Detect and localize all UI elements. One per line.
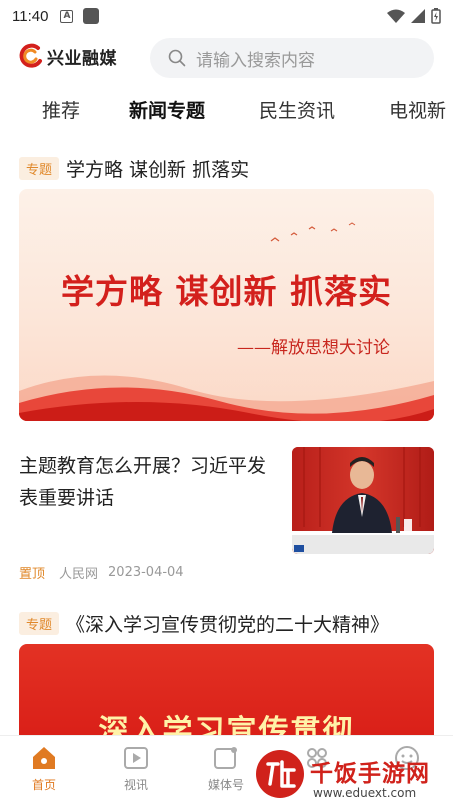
tab-livelihood[interactable]: 民生资讯 <box>259 96 335 123</box>
news-date: 2023-04-04 <box>108 565 184 580</box>
logo-swirl-icon <box>19 43 42 68</box>
news-title[interactable]: 主题教育怎么开展？习近平发表重要讲话 <box>19 450 281 514</box>
logo-text: 兴业融媒 <box>47 48 117 69</box>
wifi-icon <box>387 9 405 23</box>
nav-label: 媒体号 <box>207 778 244 792</box>
tab-news-topics[interactable]: 新闻专题 <box>129 96 205 123</box>
site-watermark: 千饭手游网 www.eduext.com <box>250 742 453 807</box>
topic-badge: 专题 <box>19 157 60 180</box>
topic-header[interactable]: 专题 学方略 谋创新 抓落实 <box>19 155 249 182</box>
search-input[interactable]: 请输入搜索内容 <box>150 38 434 78</box>
notification-square-icon <box>83 8 100 24</box>
watermark-url: www.eduext.com <box>310 786 420 800</box>
media-icon <box>214 747 237 769</box>
pinned-label: 置顶 <box>19 567 46 582</box>
tab-tv[interactable]: 电视新 <box>389 96 446 123</box>
topic-banner-image[interactable]: 学方略 谋创新 抓落实 ——解放思想大讨论 <box>19 189 434 421</box>
nav-media[interactable]: 媒体号 <box>196 744 256 793</box>
status-time: 11:40 <box>12 7 49 25</box>
keyboard-a-icon: A <box>60 9 74 23</box>
category-tabs: 推荐 新闻专题 民生资讯 电视新 <box>0 96 453 130</box>
birds-decoration <box>270 222 356 242</box>
nav-video[interactable]: 视讯 <box>106 744 166 793</box>
tab-recommend[interactable]: 推荐 <box>42 96 80 123</box>
topic-badge: 专题 <box>19 612 60 635</box>
topic-header-2[interactable]: 专题 《深入学习宣传贯彻党的二十大精神》 <box>19 610 389 637</box>
app-header: 兴业融媒 请输入搜索内容 <box>0 38 453 78</box>
nav-label: 视讯 <box>123 778 148 792</box>
app-logo[interactable]: 兴业融媒 <box>18 43 117 69</box>
video-icon <box>124 747 148 769</box>
nav-label: 首页 <box>31 778 56 792</box>
news-thumbnail[interactable] <box>292 447 434 554</box>
search-icon <box>168 49 186 67</box>
battery-icon <box>431 8 441 24</box>
watermark-logo-icon <box>256 750 304 798</box>
status-bar: 11:40 A <box>0 0 453 32</box>
topic-title: 学方略 谋创新 抓落实 <box>66 159 250 181</box>
home-icon <box>33 747 55 769</box>
news-source: 人民网 <box>59 567 99 582</box>
news-meta: 置顶 人民网 2023-04-04 <box>19 563 184 582</box>
watermark-text: 千饭手游网 <box>310 761 430 787</box>
banner-title: 学方略 谋创新 抓落实 <box>61 272 392 311</box>
red-wave-decoration <box>19 375 434 421</box>
search-placeholder: 请输入搜索内容 <box>196 50 315 71</box>
nav-home[interactable]: 首页 <box>14 744 74 793</box>
news-photo <box>292 447 434 554</box>
signal-icon <box>411 8 425 23</box>
topic-title: 《深入学习宣传贯彻党的二十大精神》 <box>66 614 390 636</box>
topic-banner-image-2[interactable]: 深入学习宣传贯彻 <box>19 644 434 744</box>
